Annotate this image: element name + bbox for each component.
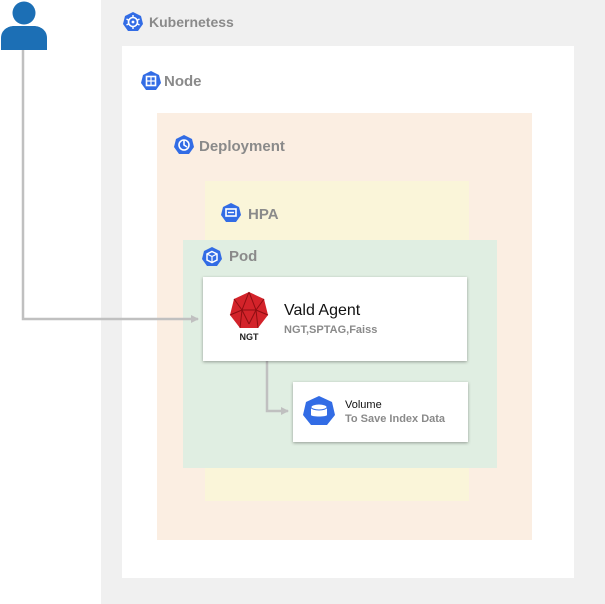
ngt-logo-text: NGT bbox=[240, 332, 260, 342]
ngt-logo: NGT bbox=[229, 291, 269, 342]
vald-agent-title: Vald Agent bbox=[284, 302, 361, 319]
user-to-agent-arrow bbox=[21, 50, 199, 323]
vald-agent-subtitle: NGT,SPTAG,Faiss bbox=[284, 324, 378, 336]
agent-to-volume-arrow bbox=[265, 361, 289, 415]
volume-subtitle: To Save Index Data bbox=[345, 413, 446, 425]
user-icon bbox=[1, 1, 47, 50]
volume-title: Volume bbox=[345, 399, 382, 411]
volume-icon bbox=[303, 396, 335, 425]
